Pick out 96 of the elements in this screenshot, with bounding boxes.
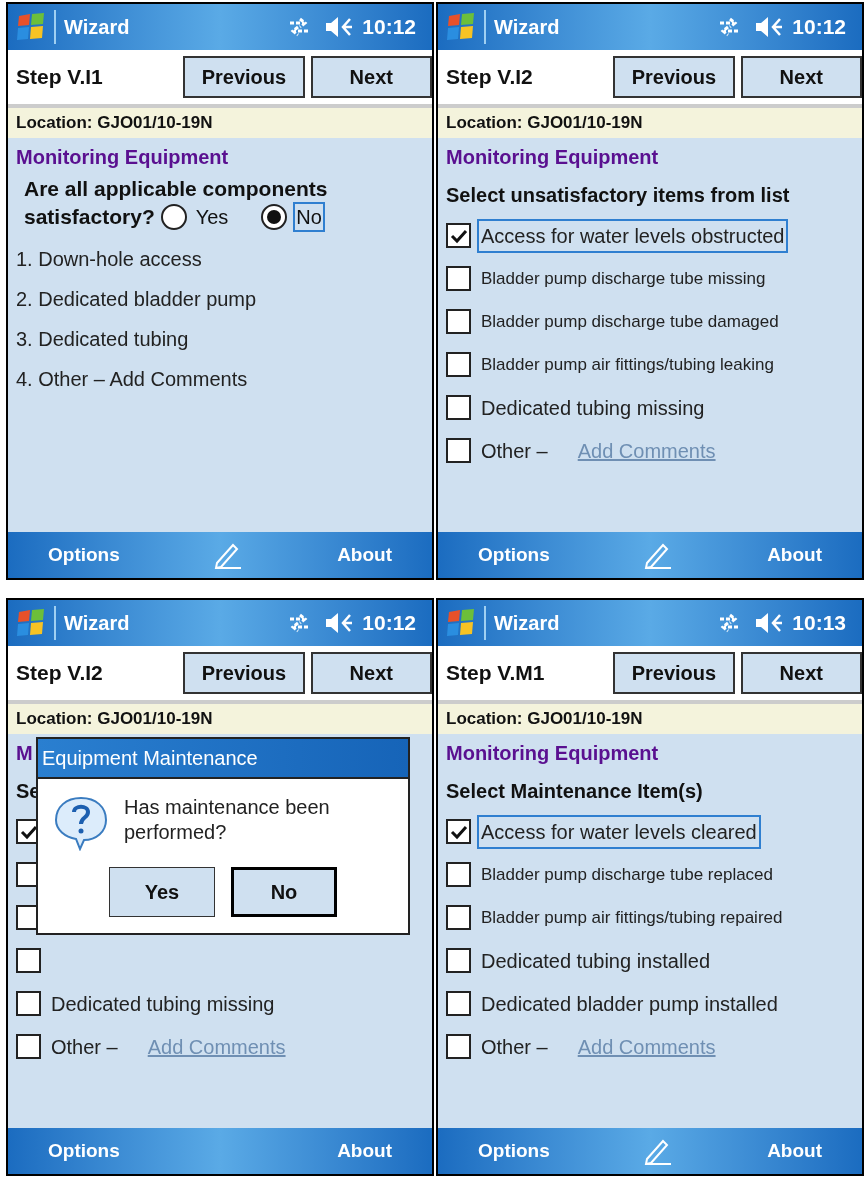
checkbox[interactable]	[446, 395, 471, 420]
nav-button[interactable]: Previous	[613, 652, 735, 694]
section-title: Monitoring Equipment	[446, 741, 659, 766]
checkbox[interactable]	[446, 862, 471, 887]
checkbox[interactable]	[446, 438, 471, 463]
nav-button[interactable]: Previous	[183, 652, 305, 694]
checkbox-label[interactable]: Bladder pump discharge tube damaged	[477, 306, 783, 337]
checkbox[interactable]	[446, 819, 471, 844]
windows-logo-icon[interactable]	[446, 608, 476, 638]
checkbox[interactable]	[446, 309, 471, 334]
checkbox[interactable]	[446, 352, 471, 377]
checkbox-label[interactable]: Other –	[477, 1029, 552, 1064]
about-menu[interactable]: About	[767, 540, 822, 570]
radio-button[interactable]	[160, 204, 187, 230]
window-title: Wizard	[494, 15, 560, 40]
list-heading: Select Maintenance Item(s)	[446, 779, 704, 804]
nav-button[interactable]: Next	[310, 56, 432, 98]
speaker-icon[interactable]	[754, 15, 785, 39]
dialog-title: Equipment Maintenance	[42, 746, 258, 771]
checkbox-label[interactable]: Access for water levels cleared	[477, 814, 761, 849]
speaker-icon[interactable]	[324, 611, 355, 635]
options-menu[interactable]: Options	[48, 540, 120, 570]
list-item: 2. Dedicated bladder pump	[16, 287, 258, 312]
pencil-icon[interactable]	[213, 541, 244, 569]
checkbox-label[interactable]: Other –	[47, 1029, 122, 1064]
checkbox[interactable]	[16, 1034, 41, 1059]
clock-time: 10:12	[792, 14, 846, 41]
checkbox-label[interactable]: Bladder pump discharge tube replaced	[477, 859, 778, 890]
radio-label[interactable]: No	[293, 202, 325, 232]
clock-time: 10:13	[792, 610, 846, 637]
about-menu[interactable]: About	[337, 540, 392, 570]
nav-button[interactable]: Previous	[613, 56, 735, 98]
list-item: 3. Dedicated tubing	[16, 327, 190, 352]
window-title: Wizard	[64, 611, 130, 636]
location-text: Location: GJO01/10-19N	[16, 708, 213, 731]
checkbox-label[interactable]: Access for water levels obstructed	[477, 218, 789, 253]
location-text: Location: GJO01/10-19N	[446, 708, 643, 731]
checkbox-label[interactable]: Dedicated tubing installed	[477, 943, 715, 978]
step-title: Step V.I2	[446, 64, 534, 91]
checkbox-label[interactable]: Dedicated bladder pump installed	[477, 986, 782, 1021]
speaker-icon[interactable]	[754, 611, 785, 635]
windows-logo-icon[interactable]	[446, 12, 476, 42]
nav-button[interactable]: Next	[740, 56, 862, 98]
checkbox-label[interactable]: Dedicated tubing missing	[47, 986, 279, 1021]
checkbox-label[interactable]: Bladder pump air fittings/tubing leaking	[477, 349, 778, 380]
clock-time: 10:12	[362, 14, 416, 41]
section-title: M	[16, 741, 33, 766]
nav-button[interactable]: Previous	[183, 56, 305, 98]
question-bubble-icon	[54, 795, 108, 851]
checkbox[interactable]	[446, 905, 471, 930]
windows-logo-icon[interactable]	[16, 608, 46, 638]
options-menu[interactable]: Options	[478, 540, 550, 570]
checkmark-icon	[449, 823, 468, 840]
section-title: Monitoring Equipment	[446, 145, 659, 170]
checkbox[interactable]	[16, 948, 41, 973]
nav-button[interactable]: Next	[740, 652, 862, 694]
dialog-button[interactable]: Yes	[109, 867, 215, 917]
about-menu[interactable]: About	[337, 1136, 392, 1166]
options-menu[interactable]: Options	[478, 1136, 550, 1166]
list-item: 4. Other – Add Comments	[16, 367, 249, 392]
checkbox-label[interactable]: Other –	[477, 433, 552, 468]
radio-label[interactable]: Yes	[192, 202, 232, 232]
dialog-button[interactable]: No	[231, 867, 337, 917]
checkbox[interactable]	[16, 991, 41, 1016]
checkbox[interactable]	[446, 266, 471, 291]
checkbox[interactable]	[446, 948, 471, 973]
windows-logo-icon[interactable]	[16, 12, 46, 42]
window-title: Wizard	[64, 15, 130, 40]
checkbox[interactable]	[446, 223, 471, 248]
radio-button[interactable]	[261, 204, 288, 230]
question-text: Are all applicable components	[24, 176, 328, 202]
checkbox[interactable]	[446, 1034, 471, 1059]
checkbox-label[interactable]: Dedicated tubing missing	[477, 390, 709, 425]
list-heading: Select unsatisfactory items from list	[446, 183, 791, 208]
checkmark-icon	[19, 823, 38, 840]
checkmark-icon	[449, 227, 468, 244]
step-title: Step V.I1	[16, 64, 104, 91]
location-text: Location: GJO01/10-19N	[446, 112, 643, 135]
window-title: Wizard	[494, 611, 560, 636]
step-title: Step V.M1	[446, 660, 546, 687]
pencil-icon[interactable]	[643, 1137, 674, 1165]
checkbox-label[interactable]: Bladder pump discharge tube missing	[477, 263, 770, 294]
pencil-icon[interactable]	[643, 541, 674, 569]
options-menu[interactable]: Options	[48, 1136, 120, 1166]
about-menu[interactable]: About	[767, 1136, 822, 1166]
checkbox[interactable]	[446, 991, 471, 1016]
clock-time: 10:12	[362, 610, 416, 637]
nav-button[interactable]: Next	[310, 652, 432, 694]
checkbox-label[interactable]: Bladder pump air fittings/tubing repaired	[477, 902, 787, 933]
section-title: Monitoring Equipment	[16, 145, 229, 170]
step-title: Step V.I2	[16, 660, 104, 687]
dialog-message: Has maintenance been performed?	[124, 795, 331, 845]
question-text: satisfactory?	[24, 204, 155, 230]
location-text: Location: GJO01/10-19N	[16, 112, 213, 135]
speaker-icon[interactable]	[324, 15, 355, 39]
list-item: 1. Down-hole access	[16, 247, 203, 272]
